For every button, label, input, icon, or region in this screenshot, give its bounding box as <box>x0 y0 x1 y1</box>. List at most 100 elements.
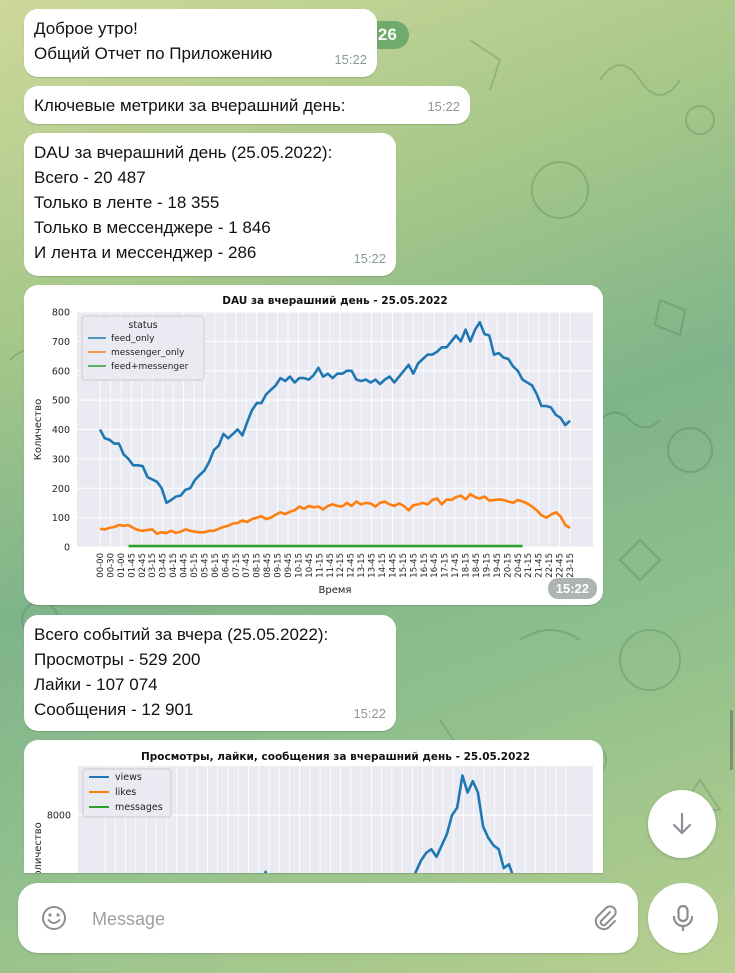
chart-title: Просмотры, лайки, сообщения за вчерашний… <box>141 751 530 763</box>
message-composer <box>18 883 638 953</box>
x-tick-label: 06-45 <box>221 553 231 578</box>
x-tick-label: 03-15 <box>148 553 158 578</box>
message-text: DAU за вчерашний день (25.05.2022): <box>34 143 333 162</box>
y-tick-label: 8000 <box>47 811 71 822</box>
x-tick-label: 08-45 <box>263 553 273 578</box>
x-tick-label: 13-15 <box>357 553 367 578</box>
legend-label: feed_only <box>111 334 155 344</box>
voice-record-button[interactable] <box>648 883 718 953</box>
x-tick-label: 17-15 <box>441 553 451 578</box>
message-text: Сообщения - 12 901 <box>34 700 194 719</box>
x-tick-label: 15-15 <box>399 553 409 578</box>
x-tick-label: 18-15 <box>462 553 472 578</box>
x-axis-label: Время <box>319 585 352 596</box>
photo-time: 15:22 <box>547 578 597 599</box>
message-bubble[interactable]: Доброе утро! Общий Отчет по Приложению 1… <box>24 9 377 77</box>
x-tick-label: 14-45 <box>388 553 398 578</box>
x-tick-label: 13-45 <box>368 553 378 578</box>
y-tick-label: 800 <box>52 308 70 319</box>
message-bubble[interactable]: Всего событий за вчера (25.05.2022): Про… <box>24 615 396 731</box>
chart-photo-dau[interactable]: 0 100 200 300 400 500 600 700 800 00-00 00-30 01-00… <box>24 285 603 605</box>
attach-icon[interactable] <box>590 903 620 933</box>
x-tick-label: 19-45 <box>493 553 503 578</box>
x-tick-label: 04-45 <box>180 553 190 578</box>
x-tick-label: 00-30 <box>106 553 116 578</box>
message-text: Лайки - 107 074 <box>34 675 158 694</box>
x-tick-label: 22-45 <box>556 553 566 578</box>
x-tick-label: 03-45 <box>159 553 169 578</box>
chart-photo-events[interactable]: 60008000Просмотры, лайки, сообщения за в… <box>24 740 603 873</box>
y-axis-label: Количество <box>33 399 44 461</box>
x-tick-label: 11-45 <box>326 553 336 578</box>
message-text: Всего событий за вчера (25.05.2022): <box>34 625 329 644</box>
chart-title: DAU за вчерашний день - 25.05.2022 <box>222 295 447 307</box>
y-tick-label: 0 <box>64 543 70 554</box>
legend-label: likes <box>115 787 136 798</box>
y-axis-label: Количество <box>33 822 44 873</box>
x-tick-label: 20-45 <box>514 553 524 578</box>
message-text: Просмотры - 529 200 <box>34 650 201 669</box>
x-tick-label: 05-15 <box>190 553 200 578</box>
x-tick-label: 10-15 <box>294 553 304 578</box>
x-tick-label: 19-15 <box>482 553 492 578</box>
x-tick-label: 07-15 <box>232 553 242 578</box>
scroll-down-button[interactable] <box>648 790 716 858</box>
legend-label: messages <box>115 802 163 813</box>
x-tick-label: 17-45 <box>451 553 461 578</box>
y-tick-label: 300 <box>52 454 70 465</box>
x-tick-label: 20-15 <box>503 553 513 578</box>
y-tick-label: 500 <box>52 396 70 407</box>
legend-label: feed+messenger <box>111 362 189 372</box>
x-tick-label: 16-45 <box>430 553 440 578</box>
message-text: Только в ленте - 18 355 <box>34 193 220 212</box>
x-tick-label: 22-15 <box>545 553 555 578</box>
microphone-icon <box>672 904 694 932</box>
message-text: Только в мессенджере - 1 846 <box>34 218 271 237</box>
x-tick-label: 21-15 <box>524 553 534 578</box>
message-time: 15:22 <box>334 52 367 67</box>
x-tick-label: 12-45 <box>347 553 357 578</box>
x-tick-label: 09-45 <box>284 553 294 578</box>
events-chart: 60008000Просмотры, лайки, сообщения за в… <box>33 751 593 873</box>
message-text: Ключевые метрики за вчерашний день: <box>34 96 346 115</box>
x-tick-label: 06-15 <box>211 553 221 578</box>
x-tick-label: 07-45 <box>242 553 252 578</box>
message-input[interactable] <box>90 901 564 937</box>
x-tick-label: 05-45 <box>200 553 210 578</box>
y-tick-label: 400 <box>52 425 70 436</box>
message-text: Всего - 20 487 <box>34 168 146 187</box>
message-bubble[interactable]: DAU за вчерашний день (25.05.2022): Всег… <box>24 133 396 276</box>
x-tick-label: 10-45 <box>305 553 315 578</box>
x-tick-label: 02-45 <box>138 553 148 578</box>
chevron-down-icon <box>672 812 692 835</box>
message-text: Доброе утро! <box>34 19 138 38</box>
x-tick-label: 15-45 <box>409 553 419 578</box>
x-tick-label: 01-00 <box>117 553 127 578</box>
x-tick-label: 21-45 <box>535 553 545 578</box>
scrollbar[interactable] <box>730 710 733 770</box>
x-tick-label: 11-15 <box>315 553 325 578</box>
x-tick-label: 08-15 <box>253 553 263 578</box>
y-tick-label: 600 <box>52 366 70 377</box>
message-text: И лента и мессенджер - 286 <box>34 243 257 262</box>
message-bubble[interactable]: Ключевые метрики за вчерашний день: 15:2… <box>24 86 470 124</box>
x-tick-label: 23-15 <box>566 553 576 578</box>
x-tick-label: 16-15 <box>420 553 430 578</box>
x-tick-label: 12-15 <box>336 553 346 578</box>
legend-label: messenger_only <box>111 348 185 358</box>
x-tick-label: 00-00 <box>96 553 106 578</box>
y-tick-label: 200 <box>52 484 70 495</box>
dau-chart: 0 100 200 300 400 500 600 700 800 00-00 00-30 01-00… <box>33 295 593 596</box>
y-tick-label: 700 <box>52 337 70 348</box>
emoji-icon[interactable] <box>40 904 68 932</box>
x-tick-label: 04-15 <box>169 553 179 578</box>
legend-title: status <box>128 320 157 331</box>
legend-label: views <box>115 772 142 783</box>
x-tick-label: 18-45 <box>472 553 482 578</box>
message-time: 15:22 <box>353 251 386 266</box>
x-tick-label: 01-45 <box>127 553 137 578</box>
y-tick-label: 100 <box>52 513 70 524</box>
x-tick-label: 09-15 <box>274 553 284 578</box>
message-time: 15:22 <box>427 99 460 114</box>
x-tick-label: 14-15 <box>378 553 388 578</box>
